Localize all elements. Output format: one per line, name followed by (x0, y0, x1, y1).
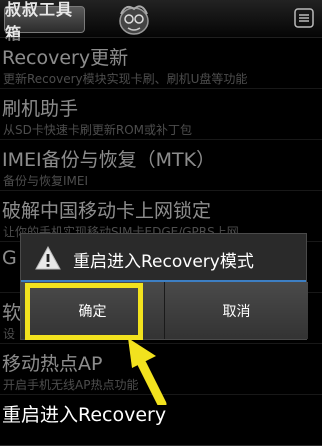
cancel-button[interactable]: 取消 (165, 282, 308, 339)
warning-icon (35, 246, 61, 270)
dialog-title: 重启进入Recovery模式 (73, 252, 254, 272)
yellow-arrow-icon (128, 338, 167, 405)
menu-icon[interactable] (294, 8, 314, 28)
app-title-button[interactable]: 叔叔工具箱 (4, 0, 85, 43)
cartoon-mascot-icon (119, 5, 149, 35)
app-header: 叔叔工具箱 (0, 0, 322, 43)
dialog-buttons: 确定 取消 (21, 282, 308, 339)
reboot-dialog: 重启进入Recovery模式 确定 取消 (20, 233, 308, 340)
confirm-button[interactable]: 确定 (21, 282, 165, 339)
dialog-header: 重启进入Recovery模式 (21, 234, 306, 282)
